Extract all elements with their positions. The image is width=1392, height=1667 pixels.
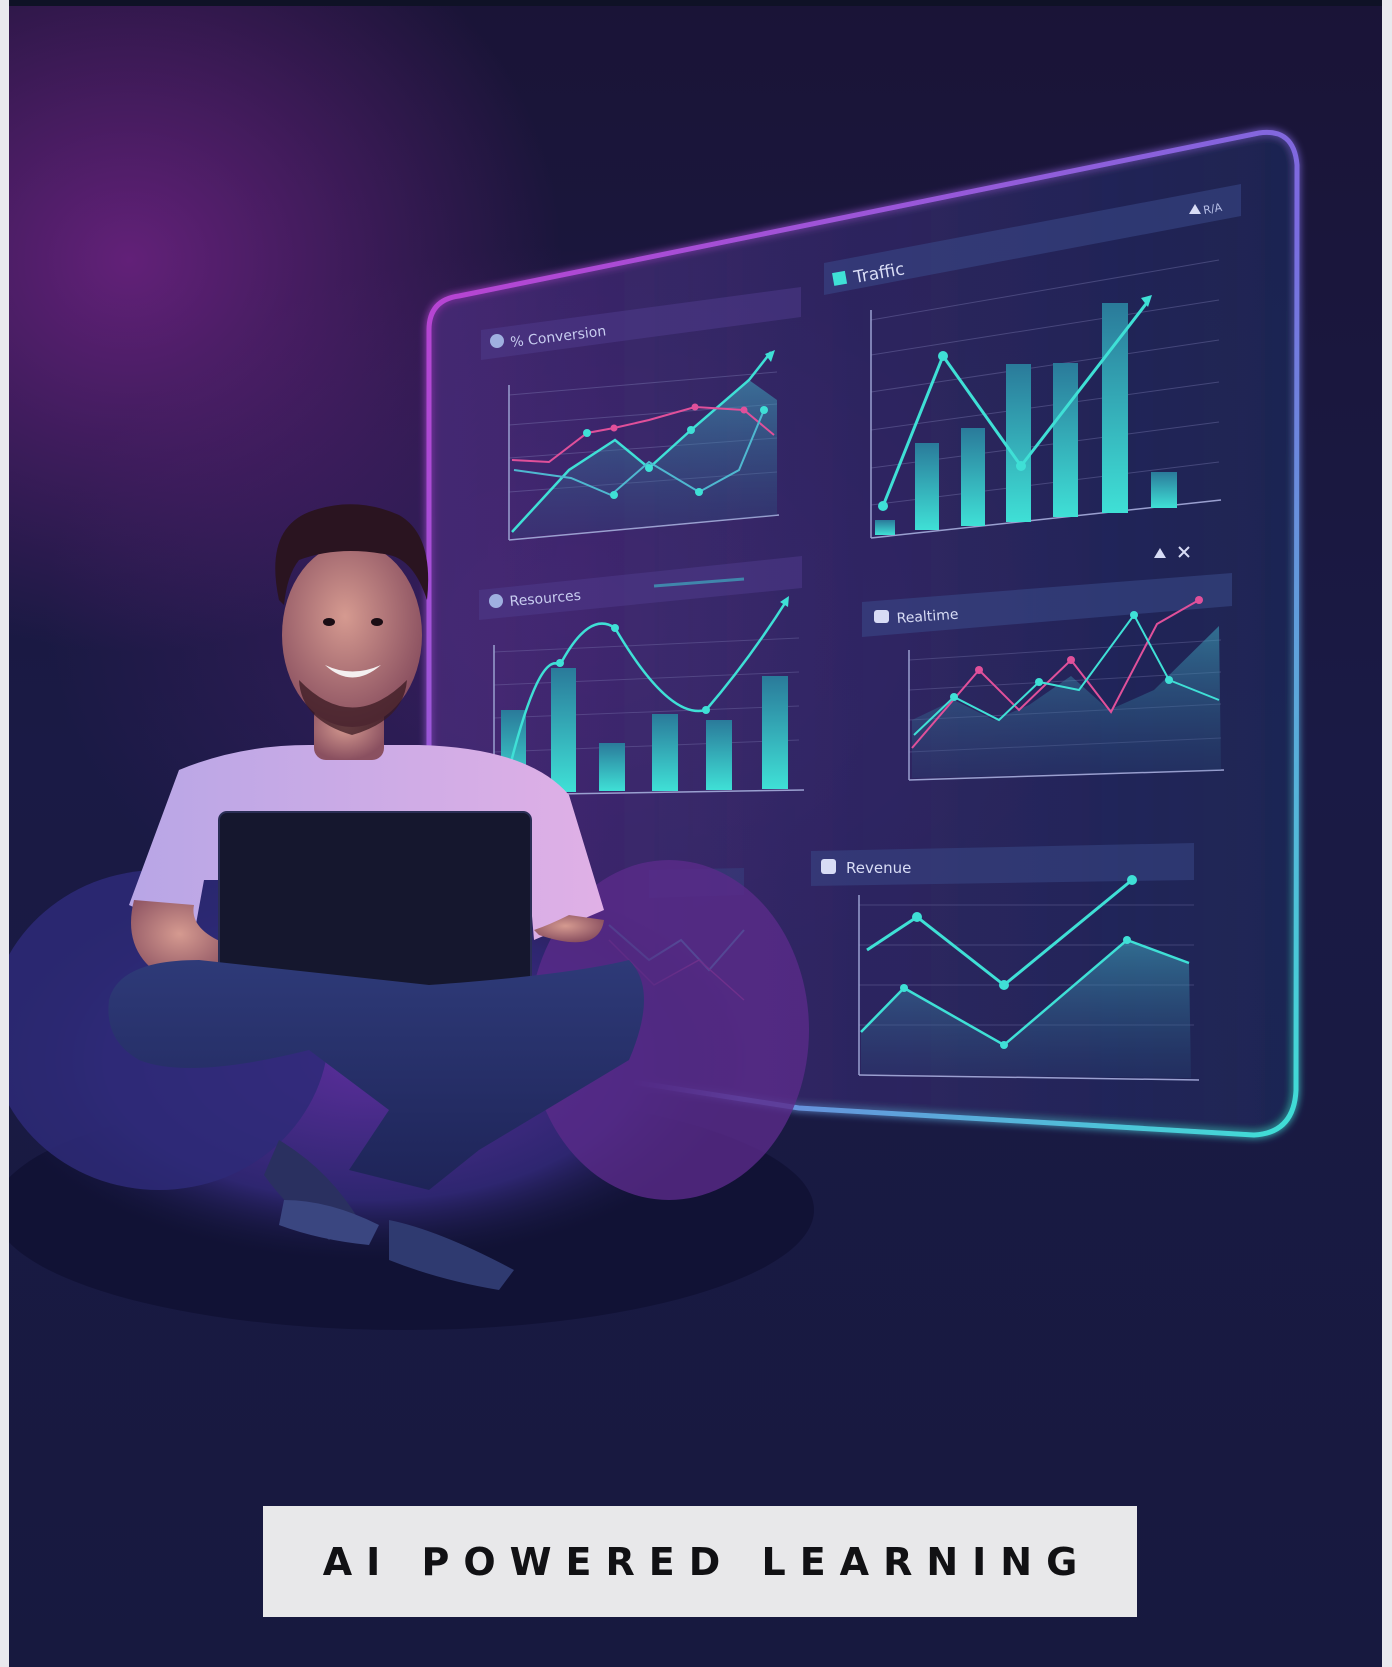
chart-icon	[832, 270, 848, 286]
gear-icon	[490, 334, 504, 348]
poster: % Conversion Traffic R/A Resources Realt…	[9, 0, 1382, 1667]
gear-icon	[489, 594, 503, 608]
title-banner: AI POWERED LEARNING	[263, 1506, 1137, 1617]
banner-title: AI POWERED LEARNING	[322, 1539, 1092, 1584]
revenue-title: Revenue	[846, 859, 911, 877]
camera-icon	[874, 610, 889, 623]
chart-icon	[821, 859, 836, 874]
illustration: % Conversion Traffic R/A Resources Realt…	[9, 129, 1300, 1330]
